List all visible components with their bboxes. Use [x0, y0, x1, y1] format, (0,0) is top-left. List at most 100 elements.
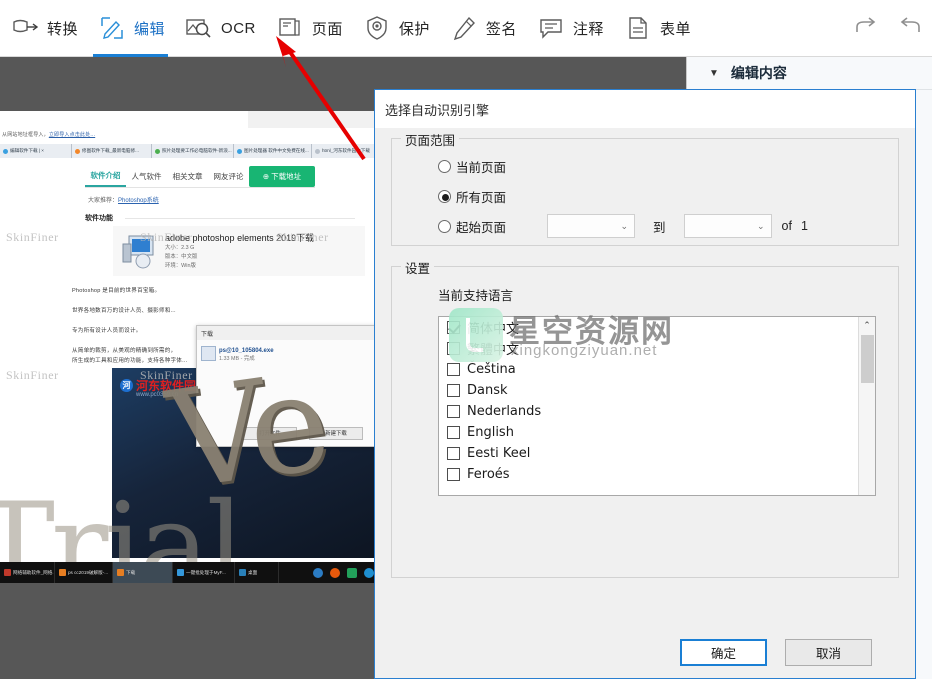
language-checkbox[interactable] [447, 384, 460, 397]
form-document-icon [623, 13, 653, 43]
language-item[interactable]: Čeština [439, 359, 875, 380]
shot-recommend-label: 大家推荐： [88, 198, 119, 204]
shot-skinfiner-mark: SkinFiner [6, 230, 59, 244]
page-range-group-label: 页面范围 [401, 130, 460, 149]
convert-icon [10, 13, 40, 43]
undo-button[interactable] [888, 0, 932, 57]
language-checkbox[interactable] [447, 468, 460, 481]
shot-browser-tab[interactable]: html_河东软件园文下载 [312, 144, 380, 158]
radio-current-page-indicator[interactable] [438, 159, 451, 173]
language-label: Dansk [467, 383, 508, 398]
ocr-engine-dialog: 选择自动识别引擎 页面范围 当前页面 所有页面 起始页面 ⌄ 到 ⌄ of 1 … [374, 89, 916, 679]
end-page-combo[interactable]: ⌄ [683, 214, 772, 238]
chevron-up-icon[interactable]: ⌃ [859, 317, 875, 334]
shot-recommend-line: 大家推荐：Photoshop系统 [88, 195, 159, 204]
toolbar-item-comment[interactable]: 注释 [526, 0, 613, 57]
shot-browser-tab[interactable]: 照片处理要工作必电脑软件-新浪... [152, 144, 234, 158]
shot-section-title: 软件功能 [85, 213, 355, 223]
shot-taskbar-tray [313, 567, 380, 578]
language-checkbox[interactable] [447, 321, 460, 334]
scrollbar-thumb[interactable] [861, 335, 874, 383]
toolbar-item-label: 表单 [659, 20, 691, 38]
language-item[interactable]: Eesti Keel [439, 443, 875, 464]
signature-pen-icon [449, 13, 479, 43]
cancel-button[interactable]: 取消 [785, 639, 872, 666]
language-checkbox[interactable] [447, 363, 460, 376]
shot-taskbar-item[interactable]: 一键批处理于MyF... [173, 562, 235, 583]
shot-ve-watermark: Ve [159, 343, 334, 520]
start-page-combo[interactable]: ⌄ [547, 214, 636, 238]
language-item[interactable]: Dansk [439, 380, 875, 401]
language-item[interactable]: 繁體中文 [439, 338, 875, 359]
wps-icon[interactable] [347, 567, 357, 578]
ie-icon[interactable] [364, 567, 374, 578]
shot-taskbar-item[interactable]: 网络辅助软件_网络... [0, 562, 55, 583]
shot-taskbar-item[interactable]: ps cc2019破解版-... [55, 562, 113, 583]
shot-download-button[interactable]: ⊕ 下载地址 [249, 166, 315, 187]
shot-address-hint: 从网站地址框导入，立即导入点击此处... [0, 128, 380, 144]
toolbar-item-pages[interactable]: 页面 [265, 0, 352, 57]
radio-current-page[interactable]: 当前页面 [392, 151, 898, 181]
shot-navtab[interactable]: 人气软件 [126, 166, 167, 187]
language-checkbox[interactable] [447, 426, 460, 439]
shot-navtab[interactable]: 软件介绍 [85, 166, 126, 187]
shot-address-link[interactable]: 立即导入点击此处... [49, 132, 95, 138]
edit-content-title: 编辑内容 [730, 65, 787, 81]
radio-all-pages-indicator[interactable] [438, 189, 451, 203]
captured-screenshot-page: 从网站地址框导入，立即导入点击此处... 编辑软件下载 | × 修图软件下载_最… [0, 111, 380, 583]
shot-paragraph: Photoshop 是目前的世界百宝箱。 [72, 288, 161, 294]
shot-navtab[interactable]: 相关文章 [167, 166, 208, 187]
toolbar-item-protect[interactable]: 保护 [352, 0, 439, 57]
language-item[interactable]: 简体中文 [439, 317, 875, 338]
total-pages-value: 1 [800, 219, 808, 233]
firefox-icon[interactable] [330, 567, 340, 578]
radio-current-page-label: 当前页面 [456, 160, 507, 175]
shot-navtab[interactable]: 网友评论 [208, 166, 249, 187]
shot-browser-topstrip [0, 111, 380, 128]
shot-recommend-link[interactable]: Photoshop系统 [118, 198, 159, 204]
radio-start-page-label: 起始页面 [456, 220, 507, 235]
toolbar-item-form[interactable]: 表单 [613, 0, 700, 57]
shot-browser-tabstrip: 编辑软件下载 | × 修图软件下载_最新电脑修... 照片处理要工作必电脑软件-… [0, 144, 380, 158]
toolbar-item-label: 编辑 [134, 20, 166, 38]
edge-icon[interactable] [313, 567, 323, 578]
toolbar-item-label: 保护 [398, 20, 430, 38]
radio-start-page-indicator[interactable] [438, 219, 451, 233]
ocr-image-search-icon [184, 13, 214, 43]
edit-content-header[interactable]: ▼ 编辑内容 [687, 57, 932, 90]
shot-taskbar-item[interactable]: 桌面 [235, 562, 279, 583]
language-checkbox[interactable] [447, 405, 460, 418]
chevron-down-icon[interactable]: ▼ [709, 68, 719, 79]
language-checkbox[interactable] [447, 447, 460, 460]
language-item[interactable]: English [439, 422, 875, 443]
redo-button[interactable] [844, 0, 888, 57]
page-range-group: 页面范围 当前页面 所有页面 起始页面 ⌄ 到 ⌄ of 1 [391, 130, 899, 246]
toolbar-item-edit[interactable]: 编辑 [87, 0, 174, 57]
toolbar-item-label: 页面 [311, 20, 343, 38]
toolbar-item-signature[interactable]: 签名 [439, 0, 526, 57]
radio-all-pages[interactable]: 所有页面 [392, 181, 898, 211]
shot-taskbar-item-active[interactable]: 下载 [113, 562, 173, 583]
shot-web-page: 软件介绍 人气软件 相关文章 网友评论 ⊕ 下载地址 大家推荐：Photosho… [0, 158, 380, 583]
language-label: 简体中文 [467, 322, 520, 337]
language-list[interactable]: 简体中文 繁體中文 Čeština Dansk Nederlands Engli… [438, 316, 876, 496]
settings-group-label: 设置 [401, 258, 435, 277]
radio-start-page[interactable]: 起始页面 ⌄ 到 ⌄ of 1 [392, 211, 898, 241]
toolbar-item-convert[interactable]: 转换 [0, 0, 87, 57]
toolbar-item-ocr[interactable]: OCR [174, 0, 265, 57]
language-list-scrollbar[interactable]: ⌃ [858, 317, 875, 495]
language-item[interactable]: Nederlands [439, 401, 875, 422]
language-label: Čeština [467, 362, 516, 377]
current-language-label: 当前支持语言 [438, 289, 514, 303]
shot-browser-tab[interactable]: 编辑软件下载 | × [0, 144, 72, 158]
shot-skinfiner-mark: SkinFiner [6, 368, 59, 382]
language-item[interactable]: Feroés [439, 464, 875, 485]
toolbar-item-label: 签名 [485, 20, 517, 38]
shot-browser-tab[interactable]: 图片处理器 软件中文免费在线... [234, 144, 312, 158]
shot-paragraph: 从简单的裁剪，从美观的精确到所需的， [72, 348, 177, 354]
shot-card-meta: 大小：2.3 G 版本：中文版 环境：Win版 [165, 245, 198, 269]
language-checkbox[interactable] [447, 342, 460, 355]
shot-browser-tab[interactable]: 修图软件下载_最新电脑修... [72, 144, 152, 158]
shot-download-window-title: 下载 [197, 326, 380, 340]
ok-button[interactable]: 确定 [680, 639, 767, 666]
